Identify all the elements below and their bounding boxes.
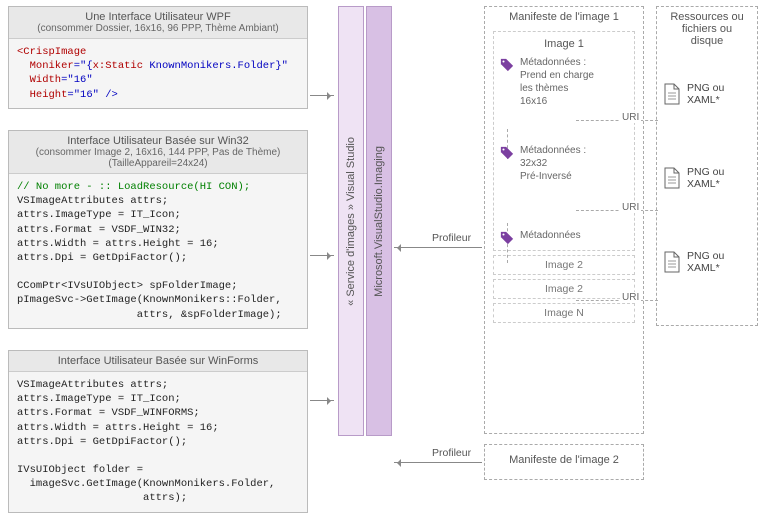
win32-subtitle2: (TailleAppareil=24x24) (15, 158, 301, 169)
meta2: Métadonnées : 32x32 Pré-Inversé (498, 144, 630, 183)
image1-box: Image 1 Métadonnées : Prend en charge le… (493, 31, 635, 251)
win32-panel: Interface Utilisateur Basée sur Win32 (c… (8, 130, 308, 329)
uri-label-2: URI (620, 202, 641, 213)
manifest1-box: Manifeste de l'image 1 Image 1 Métadonné… (484, 6, 644, 434)
arrow-profiler-1 (394, 247, 482, 248)
document-icon (663, 251, 681, 273)
wpf-subtitle: (consommer Dossier, 16x16, 96 PPP, Thème… (15, 23, 301, 34)
resource-1: PNG ou XAML* (657, 79, 757, 109)
image-service-label: « Service d'images » Visual Studio (345, 137, 357, 306)
resource-label: PNG ou XAML* (687, 166, 757, 190)
uri-label-1: URI (620, 112, 641, 123)
image2a-box: Image 2 (493, 255, 635, 275)
resource-label: PNG ou XAML* (687, 82, 757, 106)
win32-subtitle1: (consommer Image 2, 16x16, 144 PPP, Pas … (15, 147, 301, 158)
winforms-panel: Interface Utilisateur Basée sur WinForms… (8, 350, 308, 513)
tag-icon (500, 146, 514, 160)
tag-icon (500, 231, 514, 245)
image2b-box: Image 2 (493, 279, 635, 299)
winforms-title: Interface Utilisateur Basée sur WinForms (9, 351, 307, 372)
resource-3: PNG ou XAML* (657, 247, 757, 277)
win32-title-text: Interface Utilisateur Basée sur Win32 (67, 135, 249, 147)
winforms-code: VSImageAttributes attrs; attrs.ImageType… (9, 372, 307, 512)
uri-label-3: URI (620, 292, 641, 303)
image-service-bar: « Service d'images » Visual Studio (338, 6, 364, 436)
wpf-title-text: Une Interface Utilisateur WPF (85, 11, 231, 23)
manifest1-title: Manifeste de l'image 1 (485, 7, 643, 27)
imaging-bar: Microsoft.VisualStudio.Imaging (366, 6, 392, 436)
uri-line-2 (576, 210, 658, 211)
win32-code: // No more - :: LoadResource(HI CON); VS… (9, 174, 307, 328)
wpf-code: <CrispImage Moniker="{x:Static KnownMoni… (9, 39, 307, 108)
arrow-profiler-2 (394, 462, 482, 463)
resource-2: PNG ou XAML* (657, 163, 757, 193)
arrow-wpf (310, 95, 334, 96)
profiler-label-2: Profileur (432, 447, 471, 459)
uri-line-3 (576, 300, 658, 301)
winforms-title-text: Interface Utilisateur Basée sur WinForms (58, 355, 259, 367)
tag-icon (500, 58, 514, 72)
arrow-winforms (310, 400, 334, 401)
resources-title: Ressources ou fichiers ou disque (657, 7, 757, 51)
meta1: Métadonnées : Prend en charge les thèmes… (498, 56, 630, 108)
arrow-win32 (310, 255, 334, 256)
wpf-panel: Une Interface Utilisateur WPF (consommer… (8, 6, 308, 109)
image1-title: Image 1 (498, 36, 630, 52)
imageN-box: Image N (493, 303, 635, 323)
manifest2-box: Manifeste de l'image 2 (484, 444, 644, 480)
imaging-label: Microsoft.VisualStudio.Imaging (373, 146, 385, 297)
resources-box: Ressources ou fichiers ou disque PNG ou … (656, 6, 758, 326)
document-icon (663, 83, 681, 105)
uri-line-1 (576, 120, 658, 121)
meta3: Métadonnées (498, 229, 630, 242)
document-icon (663, 167, 681, 189)
wpf-title: Une Interface Utilisateur WPF (consommer… (9, 7, 307, 39)
manifest2-title: Manifeste de l'image 2 (485, 445, 643, 470)
profiler-label-1: Profileur (432, 232, 471, 244)
resource-label: PNG ou XAML* (687, 250, 757, 274)
win32-title: Interface Utilisateur Basée sur Win32 (c… (9, 131, 307, 174)
